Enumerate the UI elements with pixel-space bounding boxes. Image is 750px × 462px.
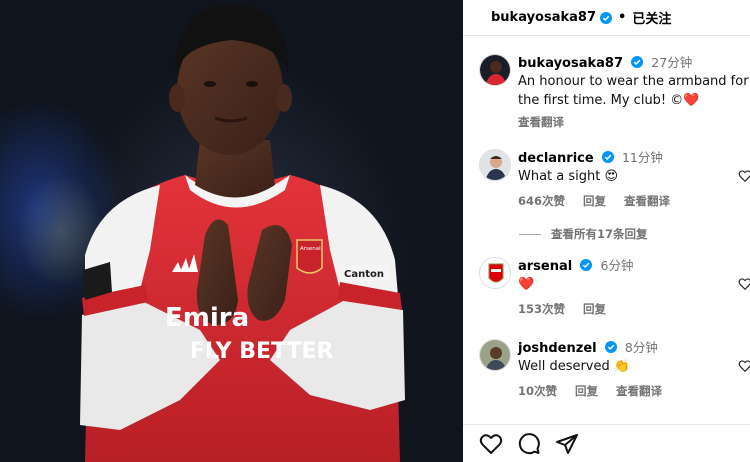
crest-text: Arsenal bbox=[300, 246, 321, 252]
post-photo: Emira FLY BETTER Arsenal Canton bbox=[0, 0, 463, 462]
shirt-sponsor-text: Emira bbox=[165, 303, 249, 333]
comments-list: bukayosaka87 27分钟 An honour to wear the … bbox=[463, 36, 750, 424]
heart-icon[interactable] bbox=[738, 359, 750, 373]
comment-time: 11分钟 bbox=[621, 150, 663, 165]
verified-badge-icon bbox=[601, 151, 614, 163]
view-replies-text: 查看所有17条回复 bbox=[551, 227, 648, 241]
shirt-slogan-text: FLY BETTER bbox=[190, 339, 334, 364]
heart-icon[interactable] bbox=[479, 432, 503, 456]
heart-icon[interactable] bbox=[738, 277, 750, 291]
likes-count[interactable]: 153次赞 bbox=[518, 302, 565, 316]
action-bar bbox=[463, 424, 750, 462]
following-button[interactable]: 已关注 bbox=[632, 8, 671, 27]
comment-icon[interactable] bbox=[517, 432, 541, 456]
comment-text: What a sight 😍 bbox=[518, 169, 619, 184]
comment-text: Well deserved 👏 bbox=[518, 359, 631, 374]
player-illustration: Emira FLY BETTER Arsenal Canton bbox=[80, 5, 405, 462]
reply-button[interactable]: 回复 bbox=[583, 194, 606, 208]
translate-link[interactable]: 查看翻译 bbox=[616, 384, 662, 398]
share-icon[interactable] bbox=[555, 432, 579, 456]
comments-panel: bukayosaka87 • 已关注 bukayosaka87 27分钟 An … bbox=[463, 0, 750, 462]
heart-icon[interactable] bbox=[738, 169, 750, 183]
reply-button[interactable]: 回复 bbox=[575, 384, 598, 398]
avatar[interactable] bbox=[479, 257, 511, 289]
likes-count[interactable]: 646次赞 bbox=[518, 194, 565, 208]
comment-username[interactable]: declanrice bbox=[518, 151, 594, 166]
header-username[interactable]: bukayosaka87 bbox=[491, 10, 596, 25]
translate-link[interactable]: 查看翻译 bbox=[624, 194, 670, 208]
view-replies-link[interactable]: 查看所有17条回复 bbox=[519, 226, 648, 242]
caption-time: 27分钟 bbox=[651, 55, 693, 70]
avatar[interactable] bbox=[479, 149, 511, 181]
avatar[interactable] bbox=[479, 54, 511, 86]
header-separator: • bbox=[618, 10, 627, 25]
sleeve-sponsor-text: Canton bbox=[344, 269, 384, 280]
comment-username[interactable]: joshdenzel bbox=[518, 341, 597, 356]
avatar[interactable] bbox=[479, 339, 511, 371]
post-header: bukayosaka87 • 已关注 bbox=[463, 0, 750, 36]
caption-username[interactable]: bukayosaka87 bbox=[518, 56, 623, 71]
verified-badge-icon bbox=[580, 259, 593, 271]
translate-link[interactable]: 查看翻译 bbox=[518, 115, 564, 129]
caption-text: An honour to wear the armband for the fi… bbox=[518, 74, 749, 108]
verified-badge-icon bbox=[604, 341, 617, 353]
verified-badge-icon bbox=[600, 11, 613, 24]
divider bbox=[519, 233, 541, 235]
likes-count[interactable]: 10次赞 bbox=[518, 384, 557, 398]
comment-text: ❤️ bbox=[518, 277, 535, 292]
comment-time: 8分钟 bbox=[624, 340, 658, 355]
verified-badge-icon bbox=[631, 56, 644, 68]
comment-username[interactable]: arsenal bbox=[518, 259, 572, 274]
reply-button[interactable]: 回复 bbox=[583, 302, 606, 316]
comment-time: 6分钟 bbox=[600, 258, 634, 273]
